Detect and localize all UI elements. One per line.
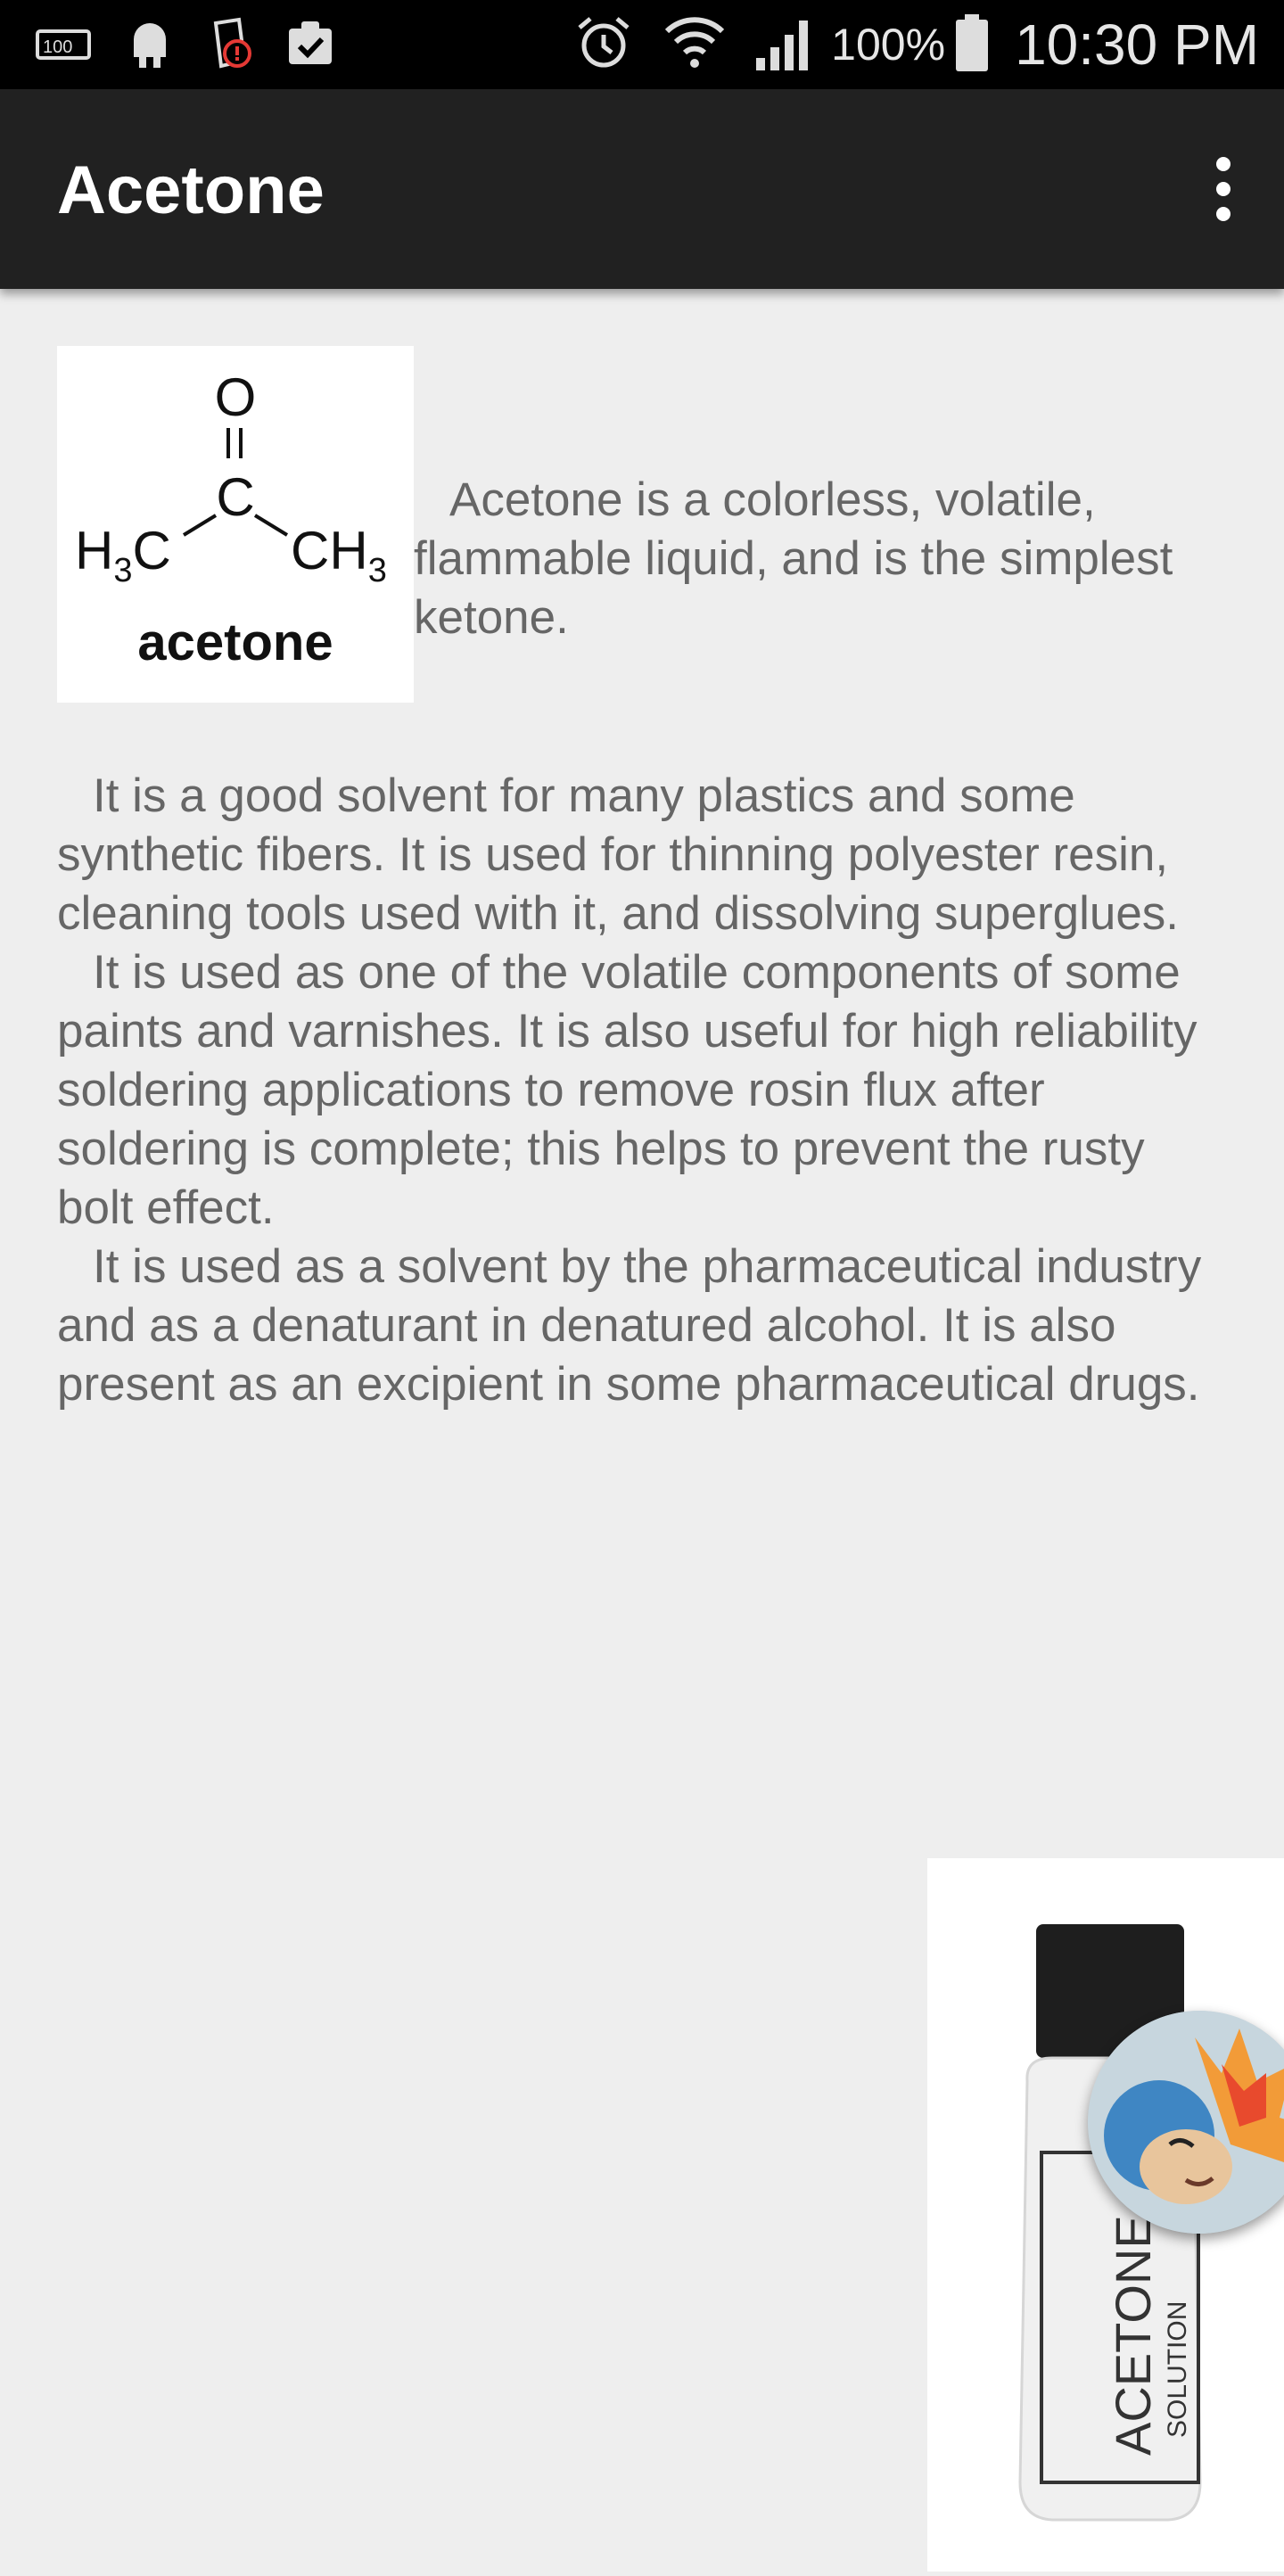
signal-icon [753,12,815,78]
body-paragraphs: It is a good solvent for many plastics a… [57,767,1227,1414]
paragraph: It is used as one of the volatile compon… [57,946,1198,1234]
more-vert-icon [1216,157,1230,221]
battery-percent: 100% [831,20,946,70]
paragraph: It is used as a solvent by the pharmaceu… [57,1240,1202,1411]
svg-text:100: 100 [43,37,72,57]
wifi-icon [663,12,726,78]
notification-icons: 100 [34,16,337,73]
clock: 10:30 PM [1015,12,1259,77]
methyl-right: CH3 [291,521,387,589]
methyl-left: H3C [75,521,171,589]
overflow-menu-button[interactable] [1181,143,1266,235]
bottle-sublabel: SOLUTION [1163,2301,1192,2438]
acetone-structure-image: O C H3C CH3 acetone [57,346,414,703]
oxygen-atom: O [215,367,257,427]
lead-paragraph-text: Acetone is a colorless, volatile, flamma… [414,473,1173,644]
system-icons: 100% 10:30 PM [574,9,1259,80]
clipboard-check-icon [284,16,337,74]
storage-100-icon: 100 [34,21,96,70]
battery-icon [954,12,990,78]
app-bar: Acetone [0,89,1284,289]
paragraph: It is a good solvent for many plastics a… [57,770,1180,940]
lead-paragraph: Acetone is a colorless, volatile, flamma… [414,471,1198,647]
android-icon [123,14,177,76]
structure-caption: acetone [137,613,333,671]
bottle-label: ACETONE [1105,2215,1161,2456]
page-title: Acetone [57,152,325,228]
alarm-icon [574,13,633,77]
drink-alert-icon [203,14,257,76]
status-bar: 100 100% 10:30 PM [0,0,1284,89]
carbon-atom: C [216,467,254,527]
